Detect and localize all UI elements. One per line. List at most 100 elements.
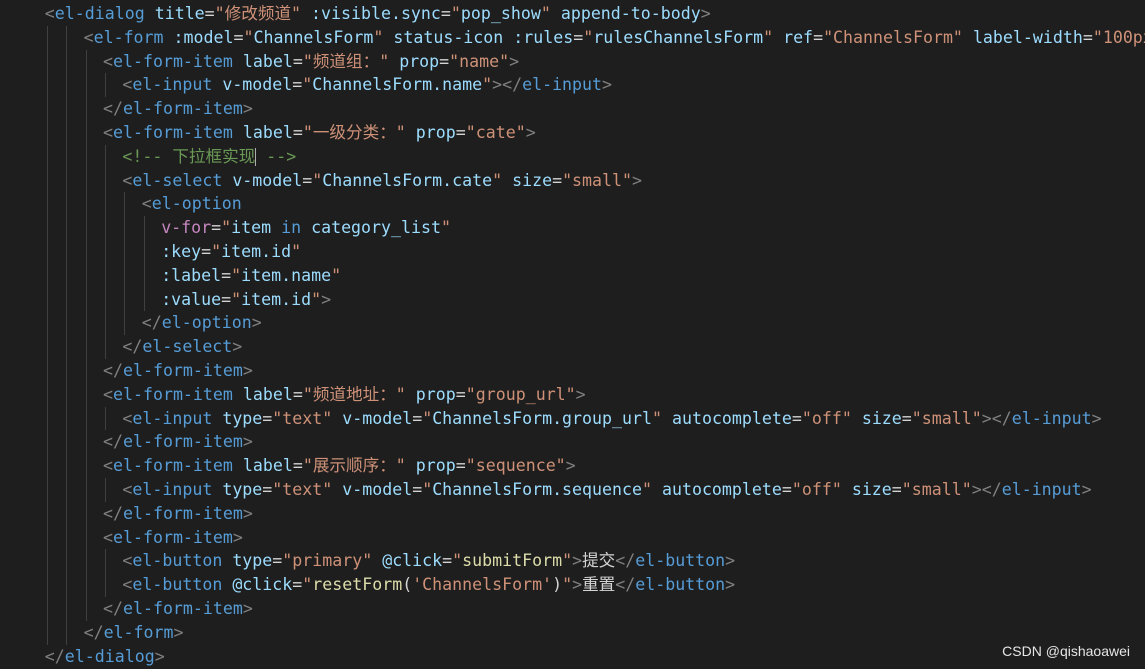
code-token: " [221, 218, 232, 238]
code-line[interactable]: v-for="item in category_list" [0, 216, 1145, 240]
code-token: < [103, 456, 113, 476]
code-line[interactable]: </el-form> [0, 620, 1145, 645]
code-token: > [154, 646, 165, 666]
indent-guide [66, 73, 68, 98]
code-line[interactable]: <el-select v-model="ChannelsForm.cate" s… [0, 168, 1145, 193]
code-line[interactable]: <!-- 下拉框实现 --> [0, 144, 1145, 169]
code-line-content: :label="item.name" [161, 264, 341, 288]
code-token: " [231, 289, 242, 309]
code-token: el-form-item [122, 432, 243, 452]
code-token: < [141, 194, 152, 214]
indent-guide [85, 49, 87, 74]
code-line[interactable]: </el-form-item> [0, 97, 1145, 121]
indent-guide [46, 406, 48, 431]
code-token: " [482, 75, 493, 95]
code-line-content: </el-form-item> [103, 502, 253, 526]
code-token: > [565, 456, 576, 476]
code-line[interactable]: <el-form-item label="频道组：" prop="name"> [0, 49, 1145, 74]
code-token: el-input [132, 479, 213, 499]
code-line[interactable]: <el-form-item> [0, 525, 1145, 550]
code-token: < [122, 408, 133, 428]
code-token: </ [103, 99, 123, 119]
indent-guide [46, 549, 48, 574]
code-line[interactable]: :value="item.id"> [0, 287, 1145, 312]
indent-guide [85, 501, 87, 526]
code-line[interactable]: <el-button type="primary" @click="submit… [0, 549, 1145, 574]
code-line[interactable]: <el-input type="text" v-model="ChannelsF… [0, 477, 1145, 502]
code-token: label [242, 456, 293, 476]
code-line[interactable]: </el-form-item> [0, 358, 1145, 383]
indent-guide [143, 239, 145, 264]
code-token: < [122, 551, 133, 571]
code-token: "small" [911, 408, 982, 428]
indent-guide [46, 358, 48, 383]
code-token: el-button [132, 551, 223, 571]
code-line[interactable]: </el-option> [0, 311, 1145, 336]
code-token: = [442, 551, 453, 571]
indent-guide [66, 477, 68, 502]
code-token: submitForm [462, 551, 563, 571]
code-token: </ [141, 313, 162, 333]
code-line[interactable]: <el-form :model="ChannelsForm" status-ic… [0, 25, 1145, 50]
code-token: "100px" [1092, 27, 1145, 47]
code-token: > [1091, 408, 1102, 428]
indent-guide [85, 239, 87, 264]
indent-guide [66, 382, 68, 407]
indent-guide [66, 406, 68, 431]
code-line[interactable]: :label="item.name" [0, 263, 1145, 288]
code-line[interactable]: </el-select> [0, 335, 1145, 359]
code-token: = [292, 122, 303, 142]
code-token: 提交 [582, 551, 616, 571]
code-line[interactable]: </el-dialog> [0, 645, 1145, 669]
code-token: = [292, 51, 303, 71]
indent-guide [66, 549, 68, 574]
code-token: > [173, 622, 184, 642]
code-line[interactable]: :key="item.id" [0, 239, 1145, 264]
code-token: " [422, 408, 433, 428]
indent-guide [105, 406, 106, 431]
code-line[interactable]: </el-form-item> [0, 596, 1145, 621]
indent-guide [85, 120, 87, 145]
code-token: el-form-item [122, 598, 243, 618]
code-token: item [231, 218, 272, 238]
code-line[interactable]: <el-option [0, 192, 1145, 217]
indent-guide [46, 97, 48, 121]
indent-guide [46, 382, 48, 407]
code-line-content: :value="item.id"> [161, 288, 331, 312]
indent-guide [46, 168, 48, 193]
code-token: ChannelsForm.group_url [432, 408, 652, 428]
indent-guide [85, 573, 87, 597]
code-line[interactable]: <el-form-item label="一级分类：" prop="cate"> [0, 120, 1145, 145]
code-line[interactable]: <el-input type="text" v-model="ChannelsF… [0, 406, 1145, 431]
code-token: = [573, 27, 584, 47]
code-line[interactable]: <el-form-item label="频道地址：" prop="group_… [0, 382, 1145, 407]
indent-guide [85, 216, 87, 240]
indent-guide [85, 430, 87, 455]
code-line[interactable]: <el-input v-model="ChannelsForm.name"></… [0, 73, 1145, 98]
indent-guide [66, 168, 68, 193]
code-line[interactable]: </el-form-item> [0, 430, 1145, 455]
code-token: </ [103, 598, 123, 618]
code-line[interactable]: <el-form-item label="展示顺序：" prop="sequen… [0, 454, 1145, 478]
code-line-content: </el-form> [84, 621, 184, 645]
code-token: append-to-body [560, 4, 701, 23]
code-token: " [302, 75, 313, 95]
code-token: el-form-item [122, 503, 243, 523]
code-token: "group_url" [465, 384, 576, 404]
code-line[interactable]: </el-form-item> [0, 501, 1145, 526]
code-token: --> [256, 146, 297, 166]
indent-guide [46, 120, 48, 145]
code-token: size [851, 479, 892, 499]
code-line[interactable]: <el-dialog title="修改频道" :visible.sync="p… [0, 2, 1145, 26]
code-lines[interactable]: <el-dialog title="修改频道" :visible.sync="p… [0, 2, 1145, 668]
code-line[interactable]: <el-button @click="resetForm('ChannelsFo… [0, 573, 1145, 597]
code-token: > [700, 4, 711, 23]
code-editor[interactable]: <el-dialog title="修改频道" :visible.sync="p… [0, 0, 1145, 669]
code-token: "text" [272, 479, 333, 499]
